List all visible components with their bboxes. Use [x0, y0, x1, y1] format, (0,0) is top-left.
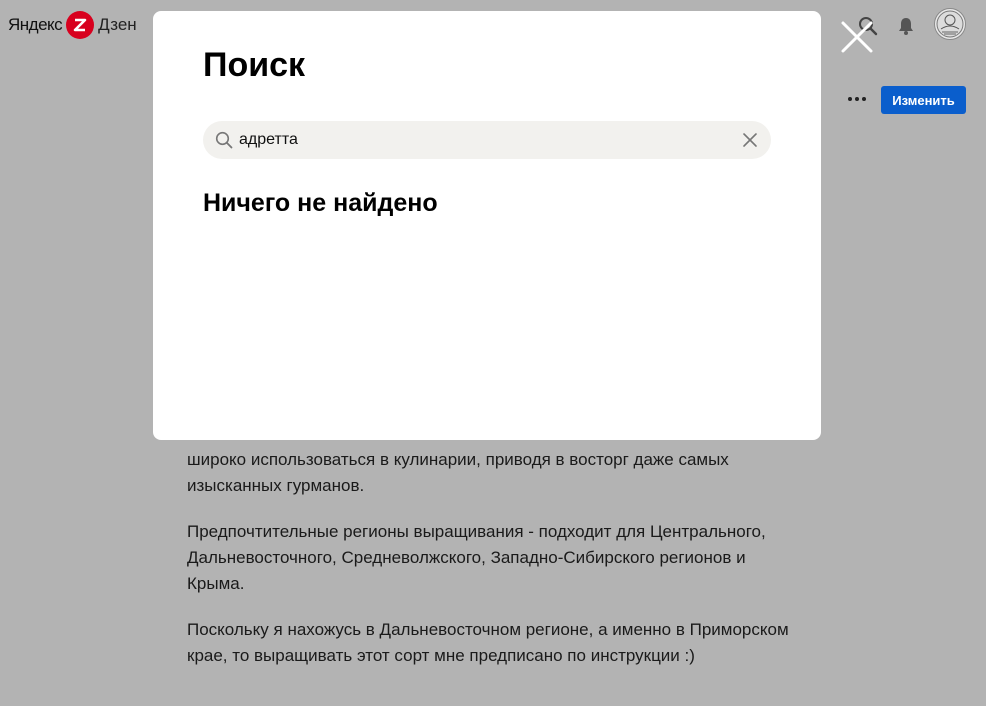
article-paragraph: широко использоваться в кулинарии, приво…: [187, 450, 729, 495]
page: Яндекс Дзен Изменить широко использовать…: [0, 0, 986, 706]
avatar[interactable]: [934, 8, 966, 40]
search-field[interactable]: [203, 121, 771, 159]
bell-icon[interactable]: [896, 16, 916, 36]
close-icon[interactable]: [839, 19, 875, 55]
article-body: широко использоваться в кулинарии, приво…: [187, 420, 797, 689]
search-icon: [215, 131, 233, 149]
more-options-button[interactable]: [845, 89, 869, 109]
article-paragraph: Поскольку я нахожусь в Дальневосточном р…: [187, 620, 789, 665]
empty-results-message: Ничего не найдено: [203, 189, 438, 217]
edit-button[interactable]: Изменить: [881, 86, 966, 114]
search-input[interactable]: [239, 125, 719, 155]
logo-brand-text: Яндекс: [8, 15, 63, 34]
more-dot: [848, 97, 852, 101]
more-dot: [862, 97, 866, 101]
logo-product-text: Дзен: [98, 15, 137, 34]
yandex-zen-logo[interactable]: Яндекс Дзен: [8, 11, 137, 39]
zen-logo-icon: [66, 11, 95, 39]
search-modal: Поиск Ничего не найдено: [153, 11, 821, 440]
article-paragraph: Предпочтительные регионы выращивания - п…: [187, 522, 766, 593]
modal-title: Поиск: [203, 46, 306, 84]
more-dot: [855, 97, 859, 101]
clear-icon[interactable]: [742, 132, 758, 148]
